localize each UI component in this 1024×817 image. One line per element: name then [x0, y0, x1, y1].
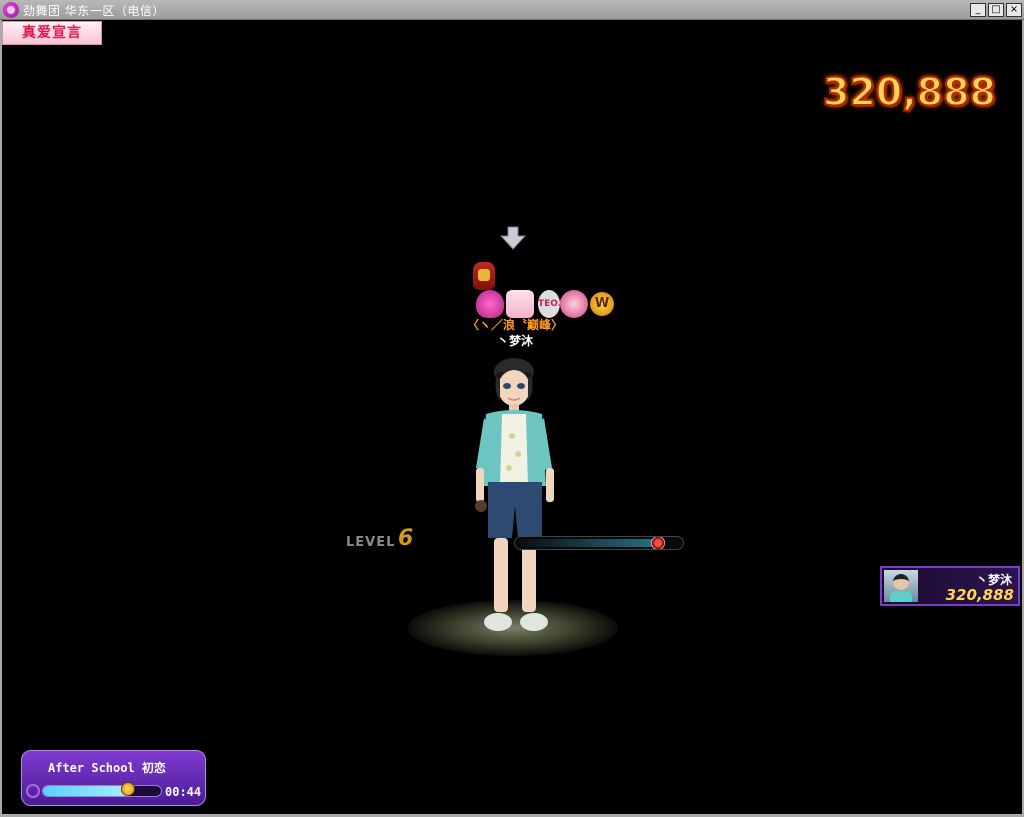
experience-bar-fill	[515, 539, 658, 547]
down-arrow-icon	[500, 226, 526, 250]
music-swirl-icon	[26, 784, 40, 798]
player-avatar	[475, 358, 554, 631]
ranking-card: 丶梦沐 320,888	[880, 566, 1020, 606]
song-title: After School 初恋	[48, 761, 166, 775]
player-name: 丶梦沐	[496, 334, 533, 348]
bear-badge-icon	[560, 290, 588, 318]
gift-bag-badge-icon	[506, 290, 534, 318]
experience-bar-knob	[650, 537, 665, 549]
song-time: 00:44	[165, 785, 202, 799]
song-progress-fill	[43, 786, 128, 796]
window-titlebar: 劲舞团 华东一区（电信） _ □ ×	[0, 0, 1024, 20]
ironman-badge-icon	[473, 262, 495, 290]
love-declaration-button[interactable]: 真爱宣言	[2, 21, 102, 45]
app-icon	[3, 2, 19, 18]
music-player: After School 初恋 00:44	[21, 750, 206, 806]
ranking-score: 320,888	[945, 586, 1014, 604]
song-progress-bar	[42, 785, 162, 797]
heart-badge-icon	[476, 290, 504, 318]
window-title: 劲舞团 华东一区（电信）	[23, 4, 165, 18]
guild-name: 〈ヽ／浪〝巅峰〉	[466, 318, 563, 332]
experience-bar	[514, 536, 684, 550]
level-value: 6	[398, 526, 414, 551]
ranking-avatar	[884, 570, 918, 602]
minimize-button[interactable]: _	[970, 3, 986, 17]
maximize-button[interactable]: □	[988, 3, 1004, 17]
score-display: 320,888	[822, 69, 997, 115]
w-badge-icon: W	[590, 292, 614, 316]
level-label: LEVEL	[346, 535, 396, 550]
close-button[interactable]: ×	[1006, 3, 1022, 17]
brand-logo-badge-icon: ТЕОЛ	[538, 290, 565, 318]
